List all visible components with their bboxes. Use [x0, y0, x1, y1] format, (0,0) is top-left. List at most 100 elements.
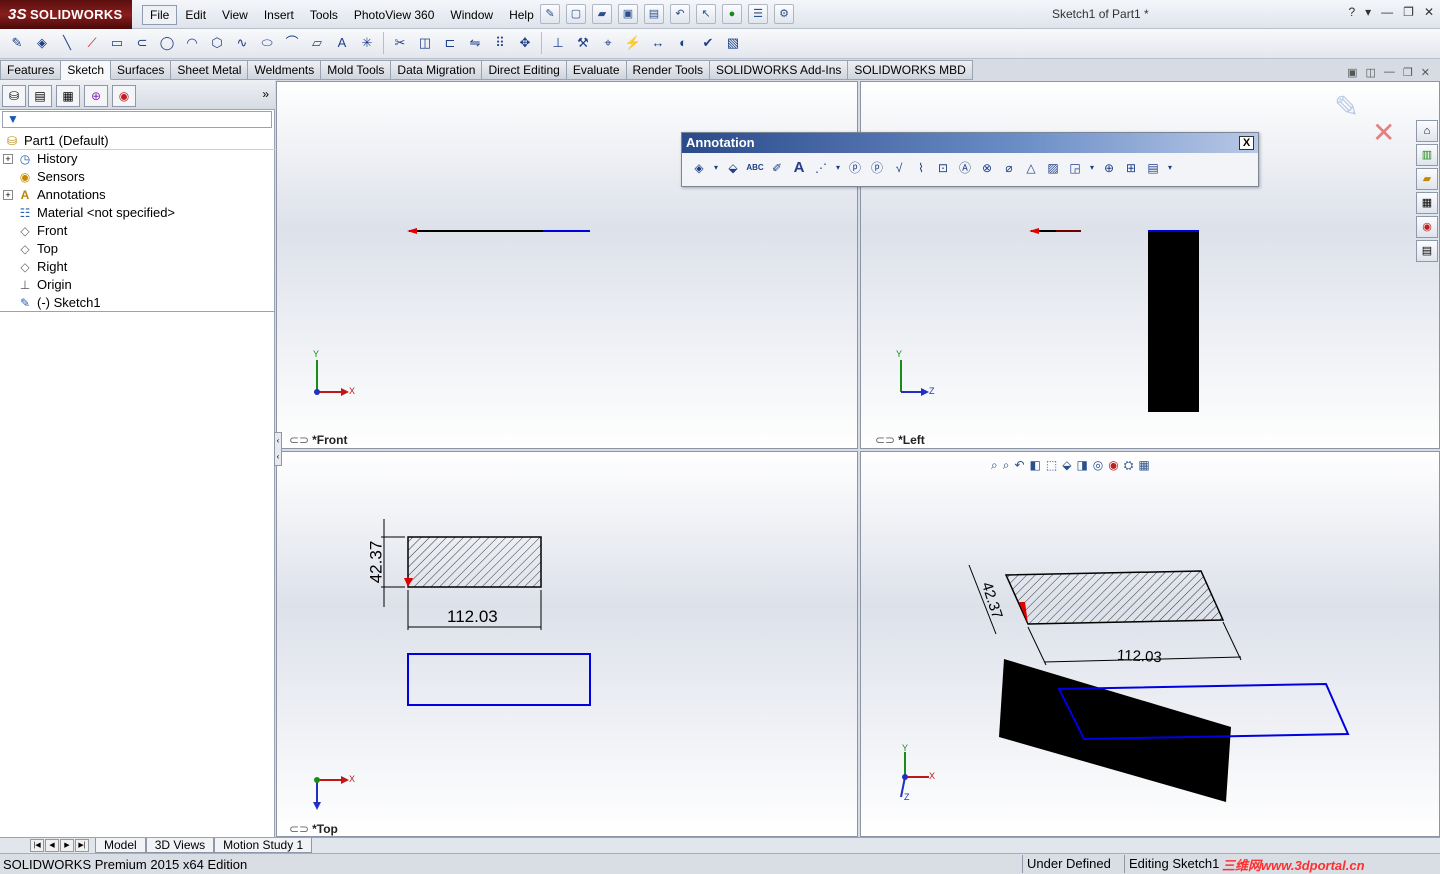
- tree-root-part[interactable]: ⛁ Part1 (Default): [0, 132, 275, 150]
- point-icon[interactable]: ✳: [356, 32, 378, 54]
- display-relations-icon[interactable]: ⊥: [547, 32, 569, 54]
- solidworks-logo[interactable]: 3S SOLIDWORKS: [0, 0, 132, 29]
- dropdown-icon[interactable]: ▾: [712, 159, 720, 177]
- expand-icon[interactable]: +: [3, 190, 13, 200]
- centerline-icon[interactable]: ⟋: [81, 32, 103, 54]
- solidworks-resources-icon[interactable]: ⌂: [1416, 120, 1438, 142]
- line-icon[interactable]: ╲: [56, 32, 78, 54]
- table-icon[interactable]: ▤: [1144, 159, 1162, 177]
- menu-file[interactable]: File: [142, 5, 178, 25]
- rectangle-icon[interactable]: ▭: [106, 32, 128, 54]
- tree-item-sensors[interactable]: ◉ Sensors: [0, 168, 275, 186]
- next-tab-icon[interactable]: ▶: [60, 839, 74, 852]
- surface-finish-icon[interactable]: √: [890, 159, 908, 177]
- tab-surfaces[interactable]: Surfaces: [111, 60, 172, 80]
- menu-help[interactable]: Help: [501, 5, 542, 25]
- tree-item-origin[interactable]: ⊥ Origin: [0, 276, 275, 294]
- menu-tools[interactable]: Tools: [302, 5, 346, 25]
- polygon-icon[interactable]: ⬡: [206, 32, 228, 54]
- tree-item-right[interactable]: ◇ Right: [0, 258, 275, 276]
- viewport-isometric[interactable]: ⌕ ⌕ ↶ ◧ ⬚ ⬙ ◨ ◎ ◉ ⛭ ▦ 112.03 42.37 Y X Z: [860, 451, 1440, 837]
- two-view-icon[interactable]: ◫: [1366, 66, 1376, 79]
- tree-item-history[interactable]: + ◷ History: [0, 150, 275, 168]
- close-icon[interactable]: ✕: [1424, 5, 1434, 19]
- tab-motion-study[interactable]: Motion Study 1: [214, 838, 313, 853]
- tree-item-sketch1[interactable]: ✎ (-) Sketch1: [0, 294, 275, 312]
- sketch-picture-icon[interactable]: ▧: [722, 32, 744, 54]
- display-manager-tab-icon[interactable]: ◉: [112, 85, 136, 107]
- panel-splitter-handle[interactable]: ‹ ‹: [274, 432, 282, 466]
- file-properties-icon[interactable]: ☰: [748, 4, 768, 24]
- help-button[interactable]: ?: [1348, 5, 1355, 19]
- check-sketch-icon[interactable]: ✔: [697, 32, 719, 54]
- tree-item-front[interactable]: ◇ Front: [0, 222, 275, 240]
- text-icon[interactable]: A: [331, 32, 353, 54]
- menu-photoview[interactable]: PhotoView 360: [346, 5, 443, 25]
- exit-sketch-icon[interactable]: ✎: [1334, 90, 1359, 125]
- auto-balloon-icon[interactable]: ⓟ: [868, 159, 886, 177]
- datum-feature-icon[interactable]: Ⓐ: [956, 159, 974, 177]
- shaded-contours-icon[interactable]: ◐: [672, 32, 694, 54]
- tree-item-top[interactable]: ◇ Top: [0, 240, 275, 258]
- weld-symbol-icon[interactable]: ⌇: [912, 159, 930, 177]
- hide-show-icon[interactable]: ⊂⊃: [875, 433, 895, 447]
- tab-mbd[interactable]: SOLIDWORKS MBD: [848, 60, 973, 80]
- feature-tree-tab-icon[interactable]: ⛁: [2, 85, 26, 107]
- hide-show-icon[interactable]: ⊂⊃: [289, 433, 309, 447]
- restore-icon[interactable]: ❐: [1403, 5, 1414, 19]
- design-library-icon[interactable]: ▥: [1416, 144, 1438, 166]
- area-hatch-icon[interactable]: ▨: [1044, 159, 1062, 177]
- tab-sheet-metal[interactable]: Sheet Metal: [171, 60, 249, 80]
- annotation-toolbar-title[interactable]: Annotation: [682, 133, 1258, 153]
- viewport-minimize-icon[interactable]: —: [1384, 66, 1395, 79]
- tab-3d-views[interactable]: 3D Views: [145, 838, 215, 853]
- plane-icon[interactable]: ▱: [306, 32, 328, 54]
- move-entities-icon[interactable]: ✥: [514, 32, 536, 54]
- dropdown-icon[interactable]: ▾: [834, 159, 842, 177]
- expand-icon[interactable]: +: [3, 154, 13, 164]
- smart-dimension-icon[interactable]: ◈: [31, 32, 53, 54]
- centerline-icon[interactable]: ⊞: [1122, 159, 1140, 177]
- datum-target-icon[interactable]: ⊗: [978, 159, 996, 177]
- note-icon[interactable]: A: [790, 159, 808, 177]
- tree-item-material[interactable]: ☷ Material <not specified>: [0, 204, 275, 222]
- linear-note-pattern-icon[interactable]: ⋰: [812, 159, 830, 177]
- options-icon[interactable]: ⚙: [774, 4, 794, 24]
- menu-insert[interactable]: Insert: [256, 5, 302, 25]
- property-manager-tab-icon[interactable]: ▤: [28, 85, 52, 107]
- ellipse-icon[interactable]: ⬭: [256, 32, 278, 54]
- tab-render-tools[interactable]: Render Tools: [626, 60, 711, 80]
- prev-tab-icon[interactable]: ◀: [45, 839, 59, 852]
- expand-panel-icon[interactable]: »: [262, 87, 269, 101]
- dropdown-icon[interactable]: ▾: [1166, 159, 1174, 177]
- quick-snaps-icon[interactable]: ⌖: [597, 32, 619, 54]
- open-icon[interactable]: ▰: [592, 4, 612, 24]
- viewport-restore-icon[interactable]: ❐: [1403, 66, 1413, 79]
- dimension-width[interactable]: 112.03: [447, 607, 498, 627]
- offset-icon[interactable]: ⊏: [439, 32, 461, 54]
- slot-icon[interactable]: ⊂: [131, 32, 153, 54]
- viewport-close-icon[interactable]: ✕: [1421, 66, 1430, 79]
- geometric-tolerance-icon[interactable]: ⊡: [934, 159, 952, 177]
- linear-pattern-icon[interactable]: ⠿: [489, 32, 511, 54]
- viewport-top[interactable]: 112.03 42.37 X ⊂⊃ *Top: [276, 451, 858, 837]
- model-items-icon[interactable]: ⬙: [724, 159, 742, 177]
- new-document-icon[interactable]: ▢: [566, 4, 586, 24]
- print-icon[interactable]: ▤: [644, 4, 664, 24]
- block-icon[interactable]: ◲: [1066, 159, 1084, 177]
- arc-icon[interactable]: ◠: [181, 32, 203, 54]
- pin-icon[interactable]: ✎: [540, 4, 560, 24]
- dimension-width-iso[interactable]: 112.03: [1117, 647, 1163, 666]
- rapid-sketch-icon[interactable]: ⚡: [622, 32, 644, 54]
- undo-icon[interactable]: ↶: [670, 4, 690, 24]
- annotation-close-button[interactable]: X: [1239, 136, 1254, 150]
- tree-item-annotations[interactable]: + A Annotations: [0, 186, 275, 204]
- convert-entities-icon[interactable]: ◫: [414, 32, 436, 54]
- sketch-icon[interactable]: ✎: [6, 32, 28, 54]
- cancel-sketch-icon[interactable]: ✕: [1372, 116, 1395, 149]
- fillet-icon[interactable]: ⌒: [281, 32, 303, 54]
- menu-view[interactable]: View: [214, 5, 256, 25]
- tab-weldments[interactable]: Weldments: [248, 60, 322, 80]
- help-dropdown-icon[interactable]: ▾: [1365, 5, 1371, 19]
- tree-filter-input[interactable]: ▼: [2, 111, 272, 128]
